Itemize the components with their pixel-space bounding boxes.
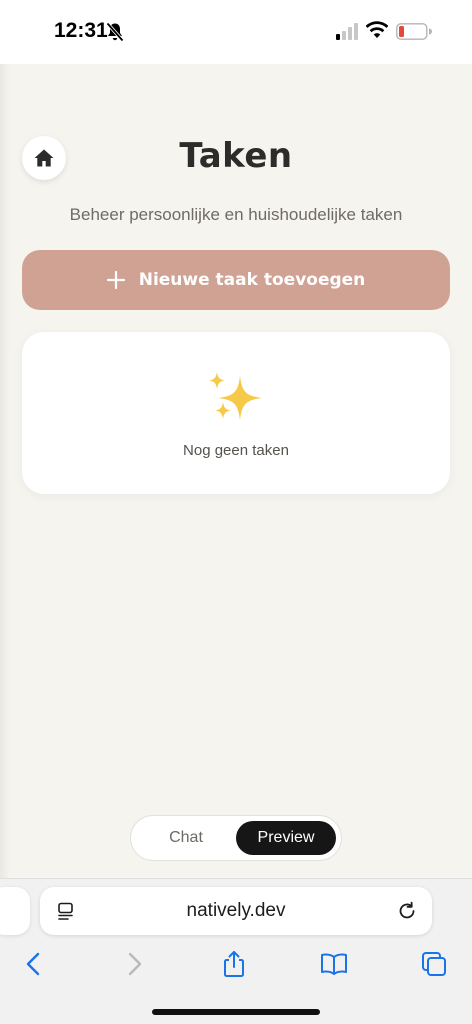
plus-icon (106, 271, 125, 289)
edge-shadow (0, 64, 10, 878)
add-task-label: Nieuwe taak toevoegen (138, 270, 366, 290)
address-bar[interactable]: natively.dev (40, 887, 432, 935)
wifi-icon (366, 21, 388, 38)
tabs-icon[interactable] (420, 950, 448, 978)
reload-icon[interactable] (396, 900, 418, 922)
status-bar: 12:31 (0, 0, 472, 64)
bookmarks-icon[interactable] (320, 950, 348, 978)
share-icon[interactable] (220, 950, 248, 978)
add-task-button[interactable]: Nieuwe taak toevoegen (22, 250, 450, 310)
previous-tab[interactable] (0, 887, 30, 935)
back-icon[interactable] (20, 950, 48, 978)
home-indicator (152, 1009, 320, 1015)
bell-slash-icon (106, 22, 124, 42)
view-toggle: Chat Preview (130, 815, 342, 861)
toggle-chat[interactable]: Chat (137, 821, 235, 855)
sparkles-icon (209, 372, 262, 420)
empty-state-text: Nog geen taken (183, 442, 289, 459)
toggle-preview[interactable]: Preview (236, 821, 336, 855)
empty-state-card: Nog geen taken (22, 332, 450, 494)
battery-low-icon (396, 23, 432, 40)
url-text: natively.dev (186, 900, 286, 921)
status-time: 12:31 (54, 19, 108, 42)
forward-icon[interactable] (120, 950, 148, 978)
page-subtitle: Beheer persoonlijke en huishoudelijke ta… (69, 205, 403, 224)
page-title: Taken (179, 136, 293, 176)
signal-icon (336, 23, 358, 40)
browser-toolbar: natively.dev (0, 878, 472, 1024)
app-screen: Taken Beheer persoonlijke en huishoudeli… (0, 64, 472, 878)
